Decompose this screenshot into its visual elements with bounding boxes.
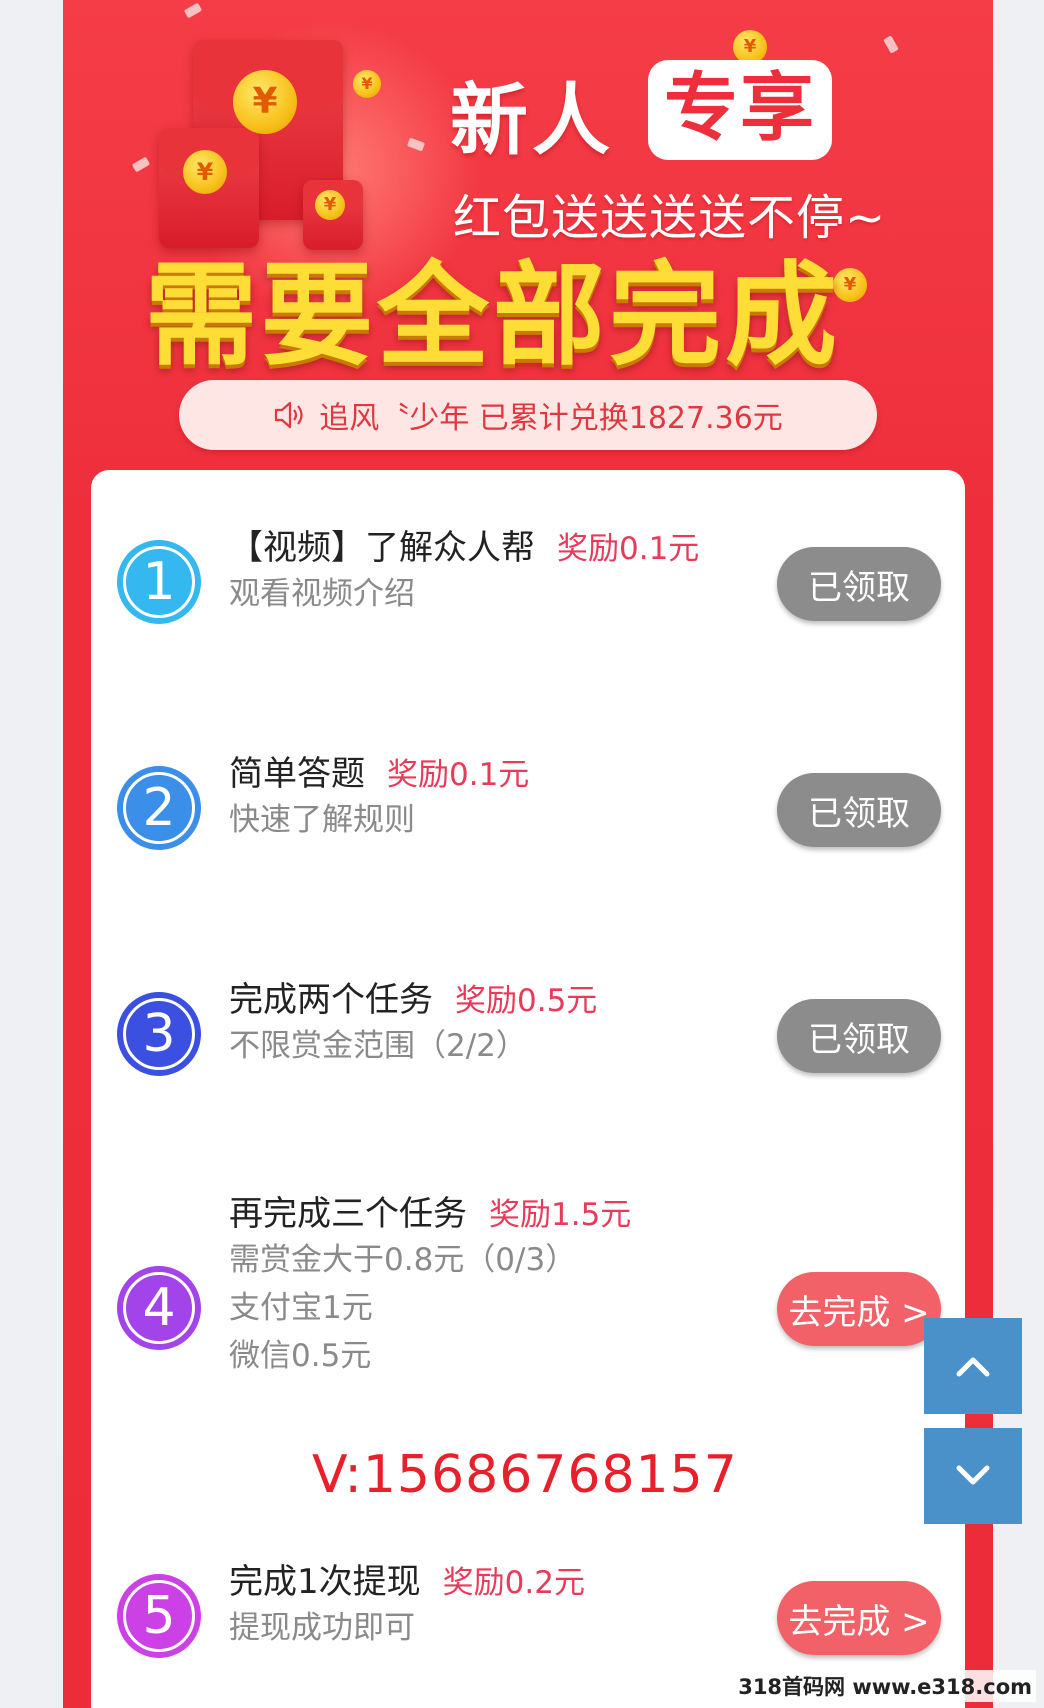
task-reward: 奖励0.1元 (557, 531, 700, 567)
confetti (131, 156, 151, 173)
claimed-button[interactable]: 已领取 (777, 999, 941, 1073)
scroll-up-button[interactable] (924, 1318, 1022, 1414)
banner-title: 新人 (450, 76, 615, 166)
notice-text: 追风〝少年 已累计兑换1827.36元 (319, 401, 783, 436)
step-number-badge: 4 (117, 1266, 201, 1350)
task-reward: 奖励0.5元 (455, 983, 598, 1019)
task-title: 简单答题 奖励0.1元 (229, 754, 530, 794)
coin-icon: ¥ (233, 70, 297, 134)
step-number-badge: 5 (117, 1574, 201, 1658)
banner-overlay-text: 需要全部完成 (145, 250, 841, 381)
step-number-badge: 2 (117, 766, 201, 850)
task-title: 完成1次提现 奖励0.2元 (229, 1562, 585, 1602)
scroll-down-button[interactable] (924, 1428, 1022, 1524)
claimed-button[interactable]: 已领取 (777, 773, 941, 847)
confetti (883, 35, 899, 54)
chevron-down-icon (956, 1465, 990, 1485)
coin-icon: ¥ (353, 70, 381, 98)
task-card: 1 【视频】了解众人帮 奖励0.1元 观看视频介绍 已领取 2 简单答题 奖励0.1… (91, 470, 965, 1708)
step-number-badge: 3 (117, 992, 201, 1076)
coin-icon: ¥ (183, 150, 227, 194)
task-reward: 奖励1.5元 (489, 1197, 632, 1233)
banner-title-highlight: 专享 (648, 60, 832, 160)
speaker-icon (275, 401, 303, 429)
claimed-button[interactable]: 已领取 (777, 547, 941, 621)
task-description: 观看视频介绍 (229, 576, 415, 612)
task-reward: 奖励0.1元 (387, 757, 530, 793)
task-description: 快速了解规则 (229, 802, 415, 838)
task-title: 完成两个任务 奖励0.5元 (229, 980, 598, 1020)
go-complete-button[interactable]: 去完成 > (777, 1272, 941, 1346)
task-description: 需赏金大于0.8元（0/3） 支付宝1元 微信0.5元 (229, 1242, 577, 1374)
task-title: 【视频】了解众人帮 奖励0.1元 (229, 528, 700, 568)
step-number-badge: 1 (117, 540, 201, 624)
task-description: 不限赏金范围（2/2） (229, 1028, 527, 1064)
task-description: 提现成功即可 (229, 1610, 415, 1646)
go-complete-button[interactable]: 去完成 > (777, 1581, 941, 1655)
chevron-up-icon (956, 1357, 990, 1377)
task-title: 再完成三个任务 奖励1.5元 (229, 1194, 632, 1234)
contact-overlay-text: V:15686768157 (312, 1445, 738, 1505)
watermark: 318首码网 www.e318.com (734, 1670, 1036, 1702)
coin-icon: ¥ (315, 190, 345, 220)
confetti (183, 2, 203, 19)
notice-bar: 追风〝少年 已累计兑换1827.36元 (179, 380, 877, 450)
task-reward: 奖励0.2元 (442, 1565, 585, 1601)
coin-icon: ¥ (733, 30, 767, 64)
